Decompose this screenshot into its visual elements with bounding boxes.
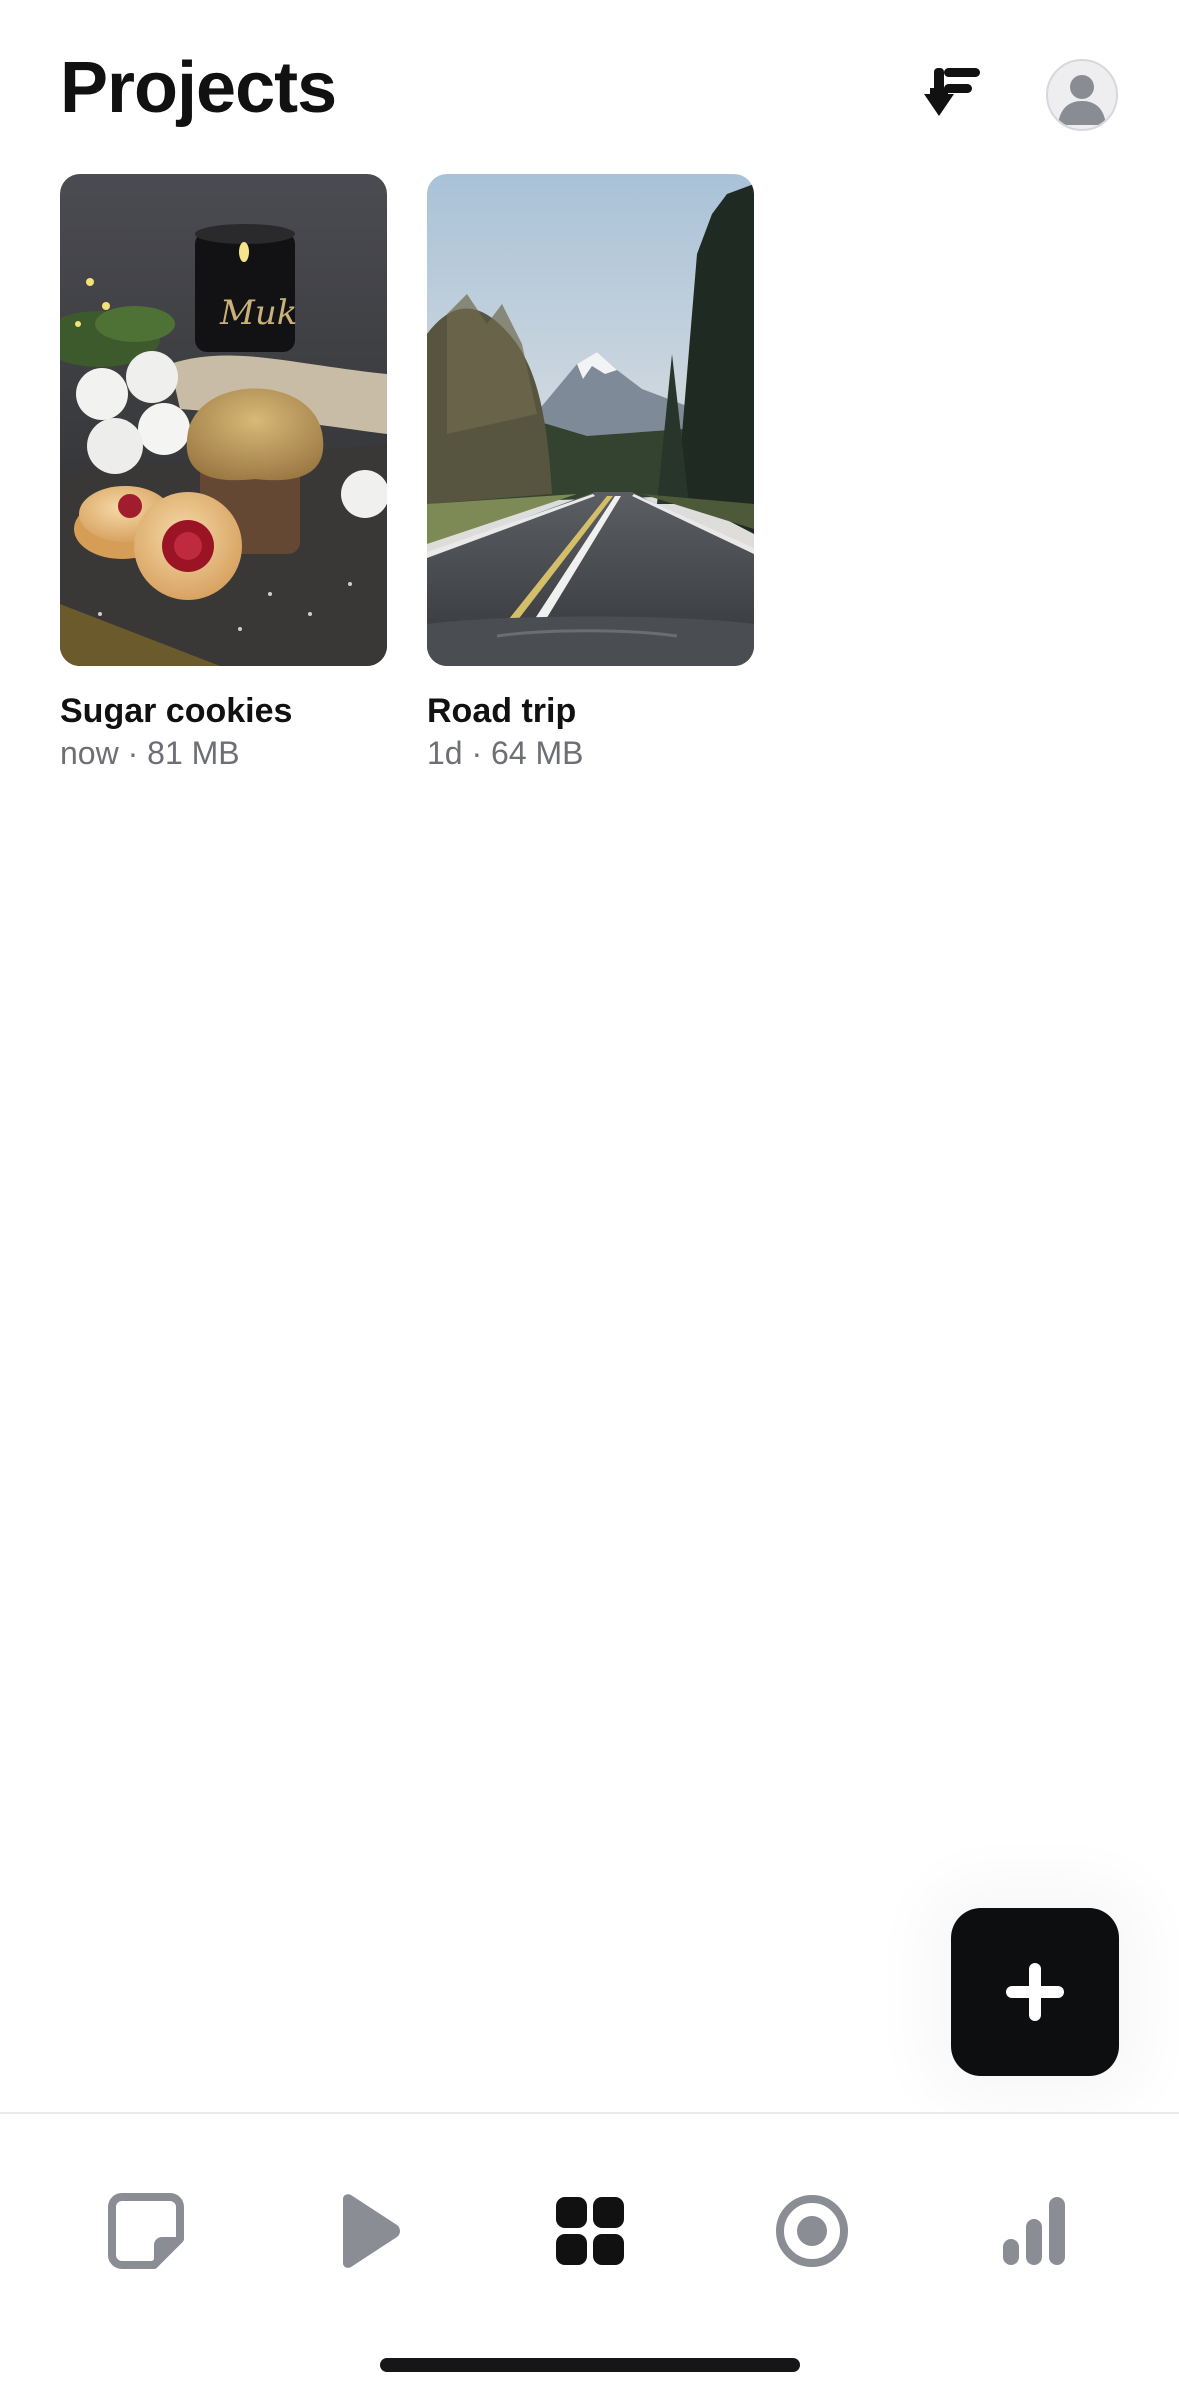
add-project-button[interactable] [951, 1908, 1119, 2076]
tab-play[interactable] [313, 2176, 423, 2286]
tab-stats[interactable] [979, 2176, 1089, 2286]
project-card-road-trip[interactable]: Road trip 1d · 64 MB [427, 174, 754, 772]
sugar-cookies-thumbnail[interactable]: Muk [60, 174, 387, 666]
play-icon [343, 2194, 400, 2268]
note-icon [108, 2193, 184, 2269]
svg-text:Muk: Muk [219, 293, 297, 333]
bottom-tab-bar [0, 2112, 1179, 2396]
project-meta: 1d · 64 MB [427, 735, 584, 772]
sort-button[interactable] [918, 60, 988, 130]
road-trip-thumbnail[interactable] [427, 174, 754, 666]
header: Projects [0, 0, 1179, 170]
project-meta: now · 81 MB [60, 735, 240, 772]
home-indicator [380, 2358, 800, 2372]
bar-chart-icon [1003, 2197, 1065, 2265]
grid-icon [556, 2197, 624, 2265]
avatar[interactable] [1046, 59, 1118, 131]
project-title: Sugar cookies [60, 692, 293, 730]
tab-record[interactable] [757, 2176, 867, 2286]
project-title: Road trip [427, 692, 577, 730]
record-icon [776, 2195, 848, 2267]
page-title: Projects [60, 48, 337, 128]
tab-projects[interactable] [535, 2176, 645, 2286]
project-card-sugar-cookies[interactable]: Muk Sugar cookies now · 81 MB [60, 174, 387, 772]
tab-notes[interactable] [91, 2176, 201, 2286]
plus-icon [1006, 1963, 1064, 2021]
user-avatar-icon [1058, 75, 1106, 125]
sort-download-icon [924, 68, 980, 116]
